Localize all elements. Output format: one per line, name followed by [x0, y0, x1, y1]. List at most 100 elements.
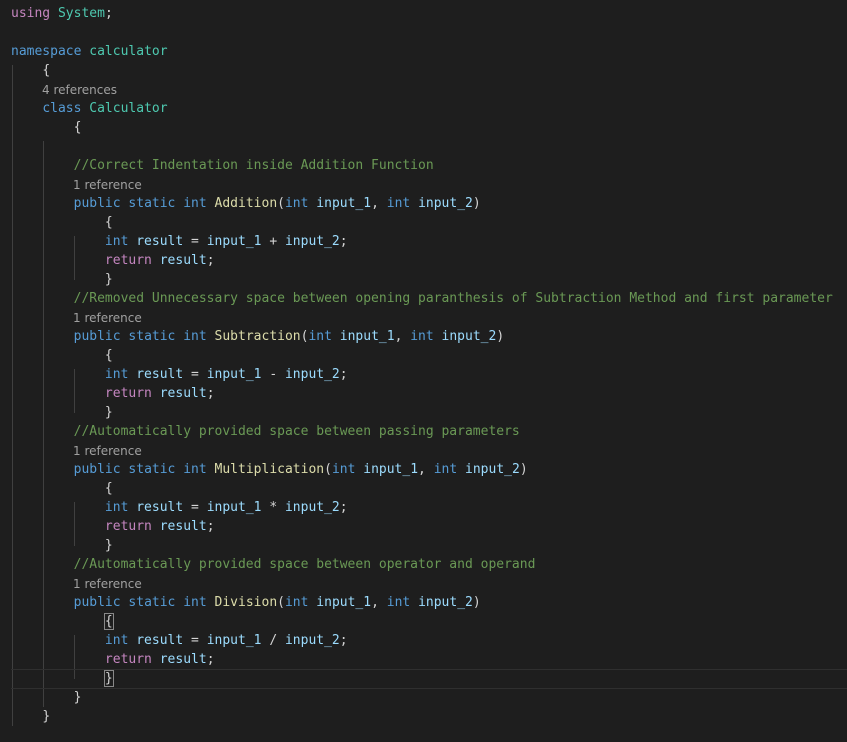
- open-brace: {: [104, 481, 113, 496]
- code-line-class[interactable]: class Calculator: [11, 99, 168, 118]
- public-keyword: public: [73, 462, 121, 477]
- code-line-namespace-open[interactable]: {: [11, 61, 50, 80]
- close-brace: }: [42, 709, 51, 724]
- comment-addition[interactable]: //Correct Indentation inside Addition Fu…: [11, 156, 434, 175]
- open-brace: {: [73, 120, 82, 135]
- int-keyword: int: [433, 462, 458, 477]
- int-keyword: int: [386, 595, 411, 610]
- result-variable: result: [159, 386, 207, 401]
- code-line-brace[interactable]: {: [11, 213, 113, 232]
- public-keyword: public: [73, 196, 121, 211]
- code-line-brace[interactable]: {: [11, 346, 113, 365]
- int-keyword: int: [331, 462, 356, 477]
- code-line-using[interactable]: using System;: [11, 4, 113, 23]
- close-brace: }: [104, 272, 113, 287]
- int-keyword: int: [104, 367, 129, 382]
- return-keyword: return: [104, 652, 152, 667]
- param-input-2: input_2: [465, 462, 520, 477]
- code-line-subtraction-signature[interactable]: public static int Subtraction(int input_…: [11, 327, 505, 346]
- code-line-brace[interactable]: }: [11, 270, 113, 289]
- static-keyword: static: [128, 329, 176, 344]
- semicolon: ;: [339, 367, 348, 382]
- close-brace: }: [104, 538, 113, 553]
- return-keyword: return: [104, 253, 152, 268]
- comment-text: //Automatically provided space between o…: [73, 557, 536, 572]
- semicolon: ;: [206, 652, 215, 667]
- param-input-2: input_2: [284, 234, 340, 249]
- code-line-statement[interactable]: int result = input_1 * input_2;: [11, 498, 348, 517]
- code-editor[interactable]: using System; namespace calculator { 4 r…: [0, 0, 847, 742]
- int-keyword: int: [104, 633, 129, 648]
- code-line-brace[interactable]: }: [11, 669, 114, 688]
- code-line-brace[interactable]: }: [11, 403, 113, 422]
- code-line-brace[interactable]: }: [11, 536, 113, 555]
- codelens-references[interactable]: 1 reference: [73, 575, 142, 594]
- code-line-return[interactable]: return result;: [11, 650, 215, 669]
- code-line-namespace[interactable]: namespace calculator: [11, 42, 168, 61]
- code-line-statement[interactable]: int result = input_1 + input_2;: [11, 232, 348, 251]
- int-keyword: int: [104, 500, 129, 515]
- public-keyword: public: [73, 329, 121, 344]
- code-line-namespace-close[interactable]: }: [11, 707, 50, 726]
- comment-subtraction[interactable]: //Removed Unnecessary space between open…: [11, 289, 833, 308]
- code-line-brace[interactable]: {: [11, 479, 113, 498]
- system-namespace: System: [57, 6, 105, 21]
- return-keyword: return: [104, 386, 152, 401]
- codelens-references[interactable]: 1 reference: [73, 442, 142, 461]
- int-keyword: int: [284, 595, 309, 610]
- public-keyword: public: [73, 595, 121, 610]
- int-keyword: int: [308, 329, 332, 344]
- operator: +: [269, 234, 278, 249]
- close-brace-matched: }: [103, 670, 114, 687]
- semicolon: ;: [206, 386, 215, 401]
- open-brace-matched: {: [103, 613, 114, 630]
- code-line-return[interactable]: return result;: [11, 384, 215, 403]
- codelens-references[interactable]: 4 references: [42, 81, 117, 100]
- code-line-statement[interactable]: int result = input_1 - input_2;: [11, 365, 348, 384]
- static-keyword: static: [128, 462, 176, 477]
- result-variable: result: [159, 519, 207, 534]
- code-line-return[interactable]: return result;: [11, 251, 215, 270]
- param-input-2: input_2: [418, 196, 473, 211]
- code-line-class-open[interactable]: {: [11, 118, 82, 137]
- comment-division[interactable]: //Automatically provided space between o…: [11, 555, 536, 574]
- code-line-addition-signature[interactable]: public static int Addition(int input_1, …: [11, 194, 481, 213]
- result-variable: result: [136, 633, 184, 648]
- semicolon: ;: [206, 519, 215, 534]
- result-variable: result: [136, 234, 184, 249]
- operator: /: [269, 633, 278, 648]
- operator: *: [269, 500, 278, 515]
- return-keyword: return: [104, 519, 152, 534]
- int-keyword: int: [410, 329, 434, 344]
- comment-text: //Removed Unnecessary space between open…: [73, 291, 833, 306]
- param-input-1: input_1: [316, 196, 372, 211]
- comment-multiplication[interactable]: //Automatically provided space between p…: [11, 422, 520, 441]
- result-variable: result: [136, 500, 184, 515]
- codelens-references[interactable]: 1 reference: [73, 176, 142, 195]
- close-brace: }: [73, 690, 82, 705]
- semicolon: ;: [339, 234, 348, 249]
- code-line-return[interactable]: return result;: [11, 517, 215, 536]
- using-keyword: using: [11, 6, 51, 21]
- comment-text: //Correct Indentation inside Addition Fu…: [73, 158, 434, 173]
- class-keyword: class: [42, 101, 82, 116]
- param-input-2: input_2: [284, 367, 340, 382]
- namespace-keyword: namespace: [11, 44, 82, 59]
- result-variable: result: [136, 367, 184, 382]
- comment-text: //Automatically provided space between p…: [73, 424, 520, 439]
- code-line-division-signature[interactable]: public static int Division(int input_1, …: [11, 593, 481, 612]
- method-name: Subtraction: [214, 329, 301, 344]
- param-input-2: input_2: [418, 595, 473, 610]
- class-name: Calculator: [89, 101, 168, 116]
- param-input-1: input_1: [339, 329, 395, 344]
- open-brace: {: [104, 215, 113, 230]
- param-input-2: input_2: [284, 633, 340, 648]
- param-input-1: input_1: [316, 595, 372, 610]
- codelens-references[interactable]: 1 reference: [73, 309, 142, 328]
- code-line-multiplication-signature[interactable]: public static int Multiplication(int inp…: [11, 460, 528, 479]
- close-brace: }: [104, 405, 113, 420]
- result-variable: result: [159, 253, 207, 268]
- code-line-statement[interactable]: int result = input_1 / input_2;: [11, 631, 348, 650]
- code-line-class-close[interactable]: }: [11, 688, 82, 707]
- code-line-brace[interactable]: {: [11, 612, 114, 631]
